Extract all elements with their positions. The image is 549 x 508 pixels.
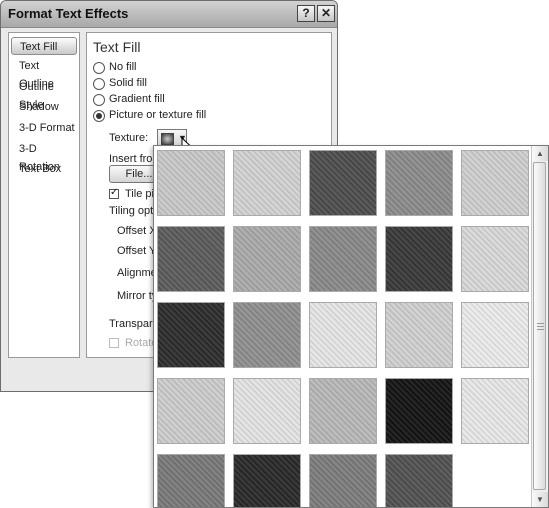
texture-tile-parchment[interactable] xyxy=(461,302,529,368)
texture-tile-papyrus[interactable] xyxy=(157,150,225,216)
texture-tile-recycled-paper[interactable] xyxy=(385,302,453,368)
texture-tile-paper-bag[interactable] xyxy=(157,226,225,292)
solid-fill-radio[interactable] xyxy=(93,78,105,90)
texture-tile-fish-fossil[interactable] xyxy=(233,226,301,292)
sidebar-item-text-box[interactable]: Text Box xyxy=(11,160,77,178)
texture-tile-sand[interactable] xyxy=(309,226,377,292)
sidebar-item-text-outline[interactable]: Text Outline xyxy=(11,57,77,90)
texture-tile-stationery[interactable] xyxy=(157,378,225,444)
close-button[interactable]: ✕ xyxy=(317,5,335,22)
category-list: Text Fill Text Outline Outline Style Sha… xyxy=(8,32,80,358)
sidebar-item-shadow[interactable]: Shadow xyxy=(11,98,77,116)
texture-tile-green-marble[interactable] xyxy=(385,226,453,292)
texture-tile-newsprint[interactable] xyxy=(309,302,377,368)
texture-tile-medium-wood[interactable] xyxy=(385,454,453,507)
rotate-with-shape-checkbox[interactable] xyxy=(109,338,119,348)
texture-tile-blue-tissue-paper[interactable] xyxy=(233,378,301,444)
picture-texture-fill-radio[interactable] xyxy=(93,110,105,122)
texture-label: Texture: xyxy=(109,132,149,144)
picture-texture-fill-label[interactable]: Picture or texture fill xyxy=(109,109,206,121)
texture-tile-woven-mat[interactable] xyxy=(385,150,453,216)
texture-tile-bouquet[interactable] xyxy=(461,378,529,444)
scroll-up-arrow-icon[interactable]: ▲ xyxy=(532,146,548,161)
texture-tile-denim[interactable] xyxy=(309,150,377,216)
grip-line xyxy=(537,326,544,327)
texture-tile-oak[interactable] xyxy=(309,454,377,507)
sidebar-item-3d-format[interactable]: 3-D Format xyxy=(11,119,77,137)
texture-tile-canvas[interactable] xyxy=(233,150,301,216)
scroll-down-arrow-icon[interactable]: ▼ xyxy=(532,492,548,507)
texture-tile-walnut[interactable] xyxy=(233,454,301,507)
gradient-fill-label[interactable]: Gradient fill xyxy=(109,93,165,105)
texture-tile-granite[interactable] xyxy=(233,302,301,368)
sidebar-item-text-fill[interactable]: Text Fill xyxy=(11,37,77,55)
sidebar-item-3d-rotation[interactable]: 3-D Rotation xyxy=(11,140,77,173)
solid-fill-label[interactable]: Solid fill xyxy=(109,77,147,89)
tile-picture-checkbox[interactable] xyxy=(109,187,119,199)
gradient-fill-radio[interactable] xyxy=(93,94,105,106)
texture-gallery: ▲ ▼ xyxy=(153,145,549,508)
grip-line xyxy=(537,329,544,330)
no-fill-radio[interactable] xyxy=(93,62,105,74)
scrollbar-thumb[interactable] xyxy=(533,162,546,490)
texture-swatch-icon xyxy=(161,133,174,145)
gallery-scrollbar[interactable]: ▲ ▼ xyxy=(531,146,548,507)
texture-tile-water-droplets[interactable] xyxy=(461,150,529,216)
texture-tile-cork[interactable] xyxy=(157,454,225,507)
texture-grid xyxy=(157,150,532,507)
grip-line xyxy=(537,323,544,324)
texture-tile-purple-mesh[interactable] xyxy=(385,378,453,444)
dialog-title: Format Text Effects xyxy=(8,6,129,21)
texture-tile-brown-marble[interactable] xyxy=(157,302,225,368)
no-fill-label[interactable]: No fill xyxy=(109,61,137,73)
texture-tile-white-marble[interactable] xyxy=(461,226,529,292)
sidebar-item-outline-style[interactable]: Outline Style xyxy=(11,78,77,111)
panel-heading: Text Fill xyxy=(93,39,141,55)
texture-tile-pink-tissue-paper[interactable] xyxy=(309,378,377,444)
title-bar[interactable]: Format Text Effects ? ✕ xyxy=(1,1,337,28)
help-button[interactable]: ? xyxy=(297,5,315,22)
